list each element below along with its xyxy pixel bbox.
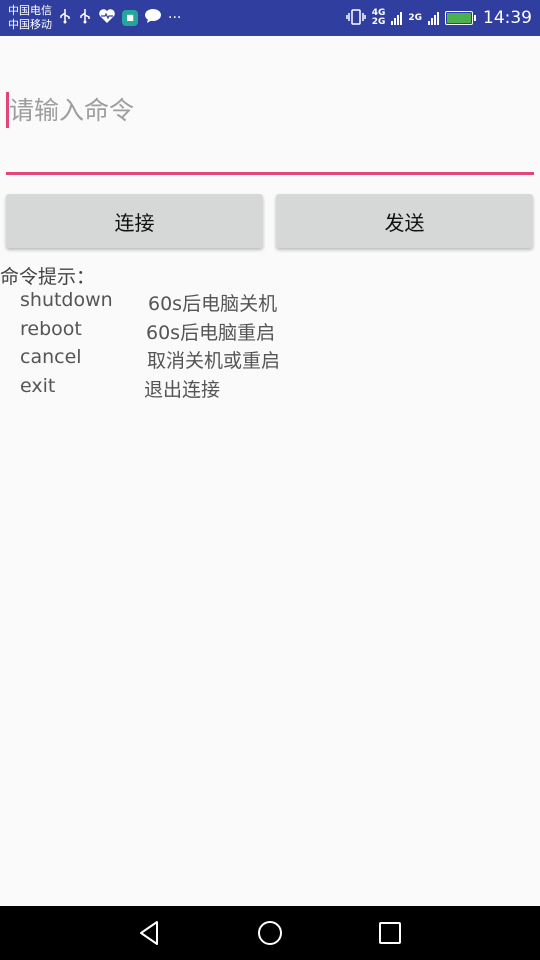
hint-command: reboot [20, 318, 82, 340]
home-icon[interactable] [255, 918, 285, 948]
send-button[interactable]: 发送 [276, 194, 533, 248]
more-notifications-icon: ··· [168, 10, 182, 26]
command-input[interactable] [9, 90, 529, 130]
connect-button[interactable]: 连接 [6, 194, 263, 248]
recent-apps-icon[interactable] [375, 918, 405, 948]
hint-description: 60s后电脑关机 [148, 293, 278, 315]
command-input-container [6, 90, 534, 176]
clock: 14:39 [483, 8, 532, 28]
health-heart-icon [98, 8, 116, 28]
vibrate-icon [345, 8, 366, 28]
navigation-bar [0, 906, 540, 960]
notification-icons: ■ ··· [58, 8, 181, 28]
input-underline [6, 172, 534, 175]
carrier-names: 中国电信 中国移动 [8, 4, 52, 32]
text-cursor [6, 92, 9, 128]
hint-description: 取消关机或重启 [147, 350, 281, 372]
hint-description: 退出连接 [144, 379, 221, 401]
signal-icon-2 [428, 11, 439, 25]
hints-title: 命令提示： [0, 266, 96, 288]
hint-command: exit [20, 375, 56, 397]
usb-icon [78, 8, 92, 28]
network-type: 4G 2G [371, 8, 386, 27]
status-bar: 中国电信 中国移动 ■ ··· 4G 2G 2G 14:39 [0, 0, 540, 36]
usb-icon [58, 8, 72, 28]
app-icon: ■ [122, 10, 138, 26]
hint-description: 60s后电脑重启 [146, 322, 276, 344]
battery-icon [445, 11, 476, 25]
chat-bubble-icon [144, 8, 162, 28]
carrier-1: 中国电信 [8, 4, 52, 17]
hint-command: cancel [20, 346, 82, 368]
hint-command: shutdown [20, 289, 113, 311]
network-type-2: 2G [408, 12, 422, 23]
carrier-2: 中国移动 [8, 18, 52, 31]
system-icons: 4G 2G 2G 14:39 [345, 8, 532, 28]
signal-icon [391, 11, 403, 25]
back-icon[interactable] [135, 918, 165, 948]
